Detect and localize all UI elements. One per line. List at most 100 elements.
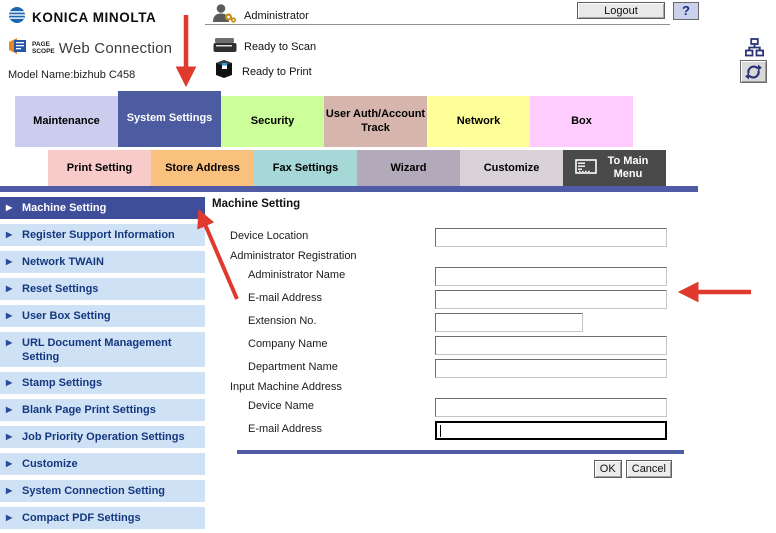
machine-setting-form: Device LocationAdministrator Registratio… xyxy=(212,227,684,443)
cancel-button[interactable]: Cancel xyxy=(626,460,672,478)
form-row-e-mail-address: E-mail Address xyxy=(212,420,684,443)
user-name-label: Administrator xyxy=(244,10,309,22)
field-label: E-mail Address xyxy=(248,292,322,304)
input-company-name[interactable] xyxy=(435,336,667,355)
scanner-icon xyxy=(213,36,237,58)
sidebar-item-label: Network TWAIN xyxy=(22,256,104,268)
sidebar-item-label: Reset Settings xyxy=(22,283,98,295)
input-device-name[interactable] xyxy=(435,398,667,417)
triangle-icon: ▶ xyxy=(6,201,12,215)
input-e-mail-address[interactable] xyxy=(435,290,667,309)
sidebar-item-label: User Box Setting xyxy=(22,310,111,322)
form-row-e-mail-address: E-mail Address xyxy=(212,289,684,312)
sidebar-item-label: Register Support Information xyxy=(22,229,175,241)
form-bottom-divider xyxy=(237,450,684,454)
sidebar-item-compact-pdf-settings[interactable]: ▶Compact PDF Settings xyxy=(0,507,205,529)
network-topology-icon[interactable] xyxy=(745,38,764,62)
sidebar-item-reset-settings[interactable]: ▶ Reset Settings xyxy=(0,278,205,300)
field-label: Administrator Name xyxy=(248,269,345,281)
triangle-icon: ▶ xyxy=(6,457,12,471)
machine-setting-panel: Machine Setting Device LocationAdministr… xyxy=(212,195,684,478)
model-name: Model Name:bizhub C458 xyxy=(8,69,172,81)
page-title: Machine Setting xyxy=(212,198,684,211)
triangle-icon: ▶ xyxy=(6,309,12,323)
form-actions: OK Cancel xyxy=(212,460,672,478)
tab-security[interactable]: Security xyxy=(221,96,324,147)
main-menu-icon xyxy=(575,159,597,178)
sidebar-item-blank-page-print-settings[interactable]: ▶Blank Page Print Settings xyxy=(0,399,205,421)
form-row-device-name: Device Name xyxy=(212,397,684,420)
tab-box[interactable]: Box xyxy=(530,96,633,147)
sidebar-item-label: Stamp Settings xyxy=(22,377,102,389)
input-device-location[interactable] xyxy=(435,228,667,247)
triangle-icon: ▶ xyxy=(6,430,12,444)
sidebar-item-label: Compact PDF Settings xyxy=(22,512,141,524)
triangle-icon: ▶ xyxy=(6,403,12,417)
content-top-divider xyxy=(0,186,698,192)
subtab-wizard[interactable]: Wizard xyxy=(357,150,460,186)
subtab-customize[interactable]: Customize xyxy=(460,150,563,186)
sidebar-item-stamp-settings[interactable]: ▶ Stamp Settings xyxy=(0,372,205,394)
triangle-icon: ▶ xyxy=(6,282,12,296)
sidebar-item-register-support-information[interactable]: ▶Register Support Information xyxy=(0,224,205,246)
tab-user-auth-account-track[interactable]: User Auth/Account Track xyxy=(324,96,427,147)
sub-tab-bar: Print SettingStore AddressFax SettingsWi… xyxy=(48,150,666,186)
sidebar-item-label: URL Document Management Setting xyxy=(22,337,172,363)
sidebar-item-customize[interactable]: ▶ Customize xyxy=(0,453,205,475)
form-row-device-location: Device Location xyxy=(212,227,684,250)
brand-block: KONICA MINOLTA PAGE SCOPE Web Connection… xyxy=(8,6,172,81)
sidebar-item-label: Machine Setting xyxy=(22,202,106,214)
status-label: Ready to Scan xyxy=(244,41,316,53)
field-label: Extension No. xyxy=(248,315,316,327)
header-separator xyxy=(205,24,670,25)
pagescope-web-connection-screen: KONICA MINOLTA PAGE SCOPE Web Connection… xyxy=(0,0,776,533)
field-label: Company Name xyxy=(248,338,327,350)
input-e-mail-address-2[interactable] xyxy=(435,421,667,440)
product-name: Web Connection xyxy=(59,40,172,57)
section-label-administrator-registration: Administrator Registration xyxy=(212,250,684,266)
input-administrator-name[interactable] xyxy=(435,267,667,286)
subtab-to-main-menu[interactable]: To Main Menu xyxy=(563,150,666,186)
ok-button[interactable]: OK xyxy=(594,460,622,478)
sidebar-item-network-twain[interactable]: ▶ Network TWAIN xyxy=(0,251,205,273)
section-label-input-machine-address: Input Machine Address xyxy=(212,381,684,397)
logout-button[interactable]: Logout xyxy=(577,2,665,19)
input-extension-no[interactable] xyxy=(435,313,583,332)
triangle-icon: ▶ xyxy=(6,484,12,498)
form-row-extension-no: Extension No. xyxy=(212,312,684,335)
subtab-fax-settings[interactable]: Fax Settings xyxy=(254,150,357,186)
sidebar-item-machine-setting[interactable]: ▶ Machine Setting xyxy=(0,197,205,219)
text-cursor xyxy=(440,425,441,437)
tab-network[interactable]: Network xyxy=(427,96,530,147)
form-row-company-name: Company Name xyxy=(212,335,684,358)
form-row-administrator-name: Administrator Name xyxy=(212,266,684,289)
status-ready-to-scan: Ready to Scan xyxy=(213,36,316,58)
pagescope-wordmark: PAGE SCOPE xyxy=(32,42,55,55)
triangle-icon: ▶ xyxy=(6,376,12,390)
input-department-name[interactable] xyxy=(435,359,667,378)
field-label: E-mail Address xyxy=(248,423,322,435)
help-button[interactable]: ? xyxy=(673,2,699,20)
tab-maintenance[interactable]: Maintenance xyxy=(15,96,118,147)
pagescope-icon xyxy=(8,36,28,61)
printer-icon xyxy=(213,59,235,84)
konica-globe-icon xyxy=(8,6,26,29)
form-row-department-name: Department Name xyxy=(212,358,684,381)
sidebar-menu: ▶Machine Setting▶Register Support Inform… xyxy=(0,197,205,529)
status-ready-to-print: Ready to Print xyxy=(213,59,312,84)
tab-system-settings[interactable]: System Settings xyxy=(118,91,221,147)
sidebar-item-label: Job Priority Operation Settings xyxy=(22,431,185,443)
field-label: Department Name xyxy=(248,361,338,373)
refresh-button[interactable] xyxy=(740,60,767,83)
subtab-print-setting[interactable]: Print Setting xyxy=(48,150,151,186)
brand-logo-text: KONICA MINOLTA xyxy=(32,10,156,25)
sidebar-item-job-priority-operation-settings[interactable]: ▶ Job Priority Operation Settings xyxy=(0,426,205,448)
sidebar-item-user-box-setting[interactable]: ▶ User Box Setting xyxy=(0,305,205,327)
sidebar-item-label: Customize xyxy=(22,458,78,470)
sidebar-item-url-document-management-setting[interactable]: ▶URL Document Management Setting xyxy=(0,332,205,367)
sidebar-item-label: System Connection Setting xyxy=(22,485,165,497)
triangle-icon: ▶ xyxy=(6,255,12,269)
sidebar-item-system-connection-setting[interactable]: ▶ System Connection Setting xyxy=(0,480,205,502)
field-label: Device Name xyxy=(248,400,314,412)
subtab-store-address[interactable]: Store Address xyxy=(151,150,254,186)
